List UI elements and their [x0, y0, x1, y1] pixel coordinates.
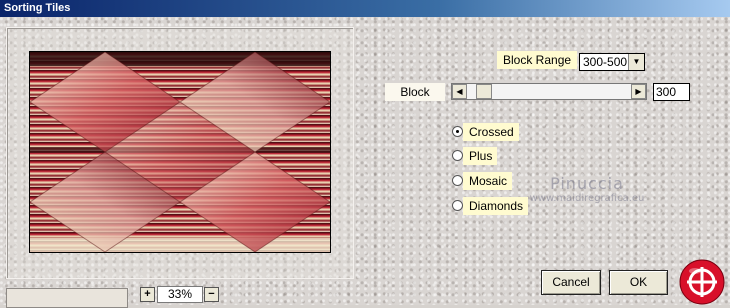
chevron-down-icon[interactable]: ▼	[628, 54, 644, 70]
watermark-name: Pinuccia	[550, 174, 624, 193]
radio-label: Mosaic	[463, 172, 513, 190]
preview-image	[29, 51, 331, 253]
radio-button[interactable]	[452, 150, 463, 161]
block-value-input[interactable]: 300	[653, 83, 690, 101]
zoom-in-button[interactable]: +	[140, 287, 155, 302]
arrow-left-icon[interactable]: ◀	[452, 84, 467, 99]
block-range-select[interactable]: 300-500 ▼	[579, 53, 645, 71]
watermark-url: www.maidiregrafica.eu	[529, 193, 645, 204]
block-range-label: Block Range	[497, 51, 578, 69]
radio-button[interactable]	[452, 126, 463, 137]
zoom-value: 33%	[157, 286, 203, 303]
zoom-out-button[interactable]: −	[204, 287, 219, 302]
watermark: Pinuccia www.maidiregrafica.eu	[522, 174, 652, 204]
zoom-status-field	[6, 288, 128, 308]
radio-button[interactable]	[452, 175, 463, 186]
block-label: Block	[385, 83, 445, 101]
radio-label: Plus	[463, 147, 498, 165]
corel-balloon-logo-icon[interactable]	[678, 258, 726, 305]
radio-label: Crossed	[463, 123, 519, 141]
block-range-value: 300-500	[583, 55, 628, 69]
tile-pattern	[30, 52, 330, 252]
ok-button[interactable]: OK	[609, 270, 668, 295]
slider-thumb[interactable]	[476, 84, 492, 99]
window-title: Sorting Tiles	[0, 0, 730, 17]
radio-button[interactable]	[452, 200, 463, 211]
radio-label: Diamonds	[463, 197, 529, 215]
arrow-right-icon[interactable]: ▶	[631, 84, 646, 99]
cancel-button[interactable]: Cancel	[541, 270, 601, 295]
block-slider[interactable]: ◀ ▶	[451, 83, 647, 100]
